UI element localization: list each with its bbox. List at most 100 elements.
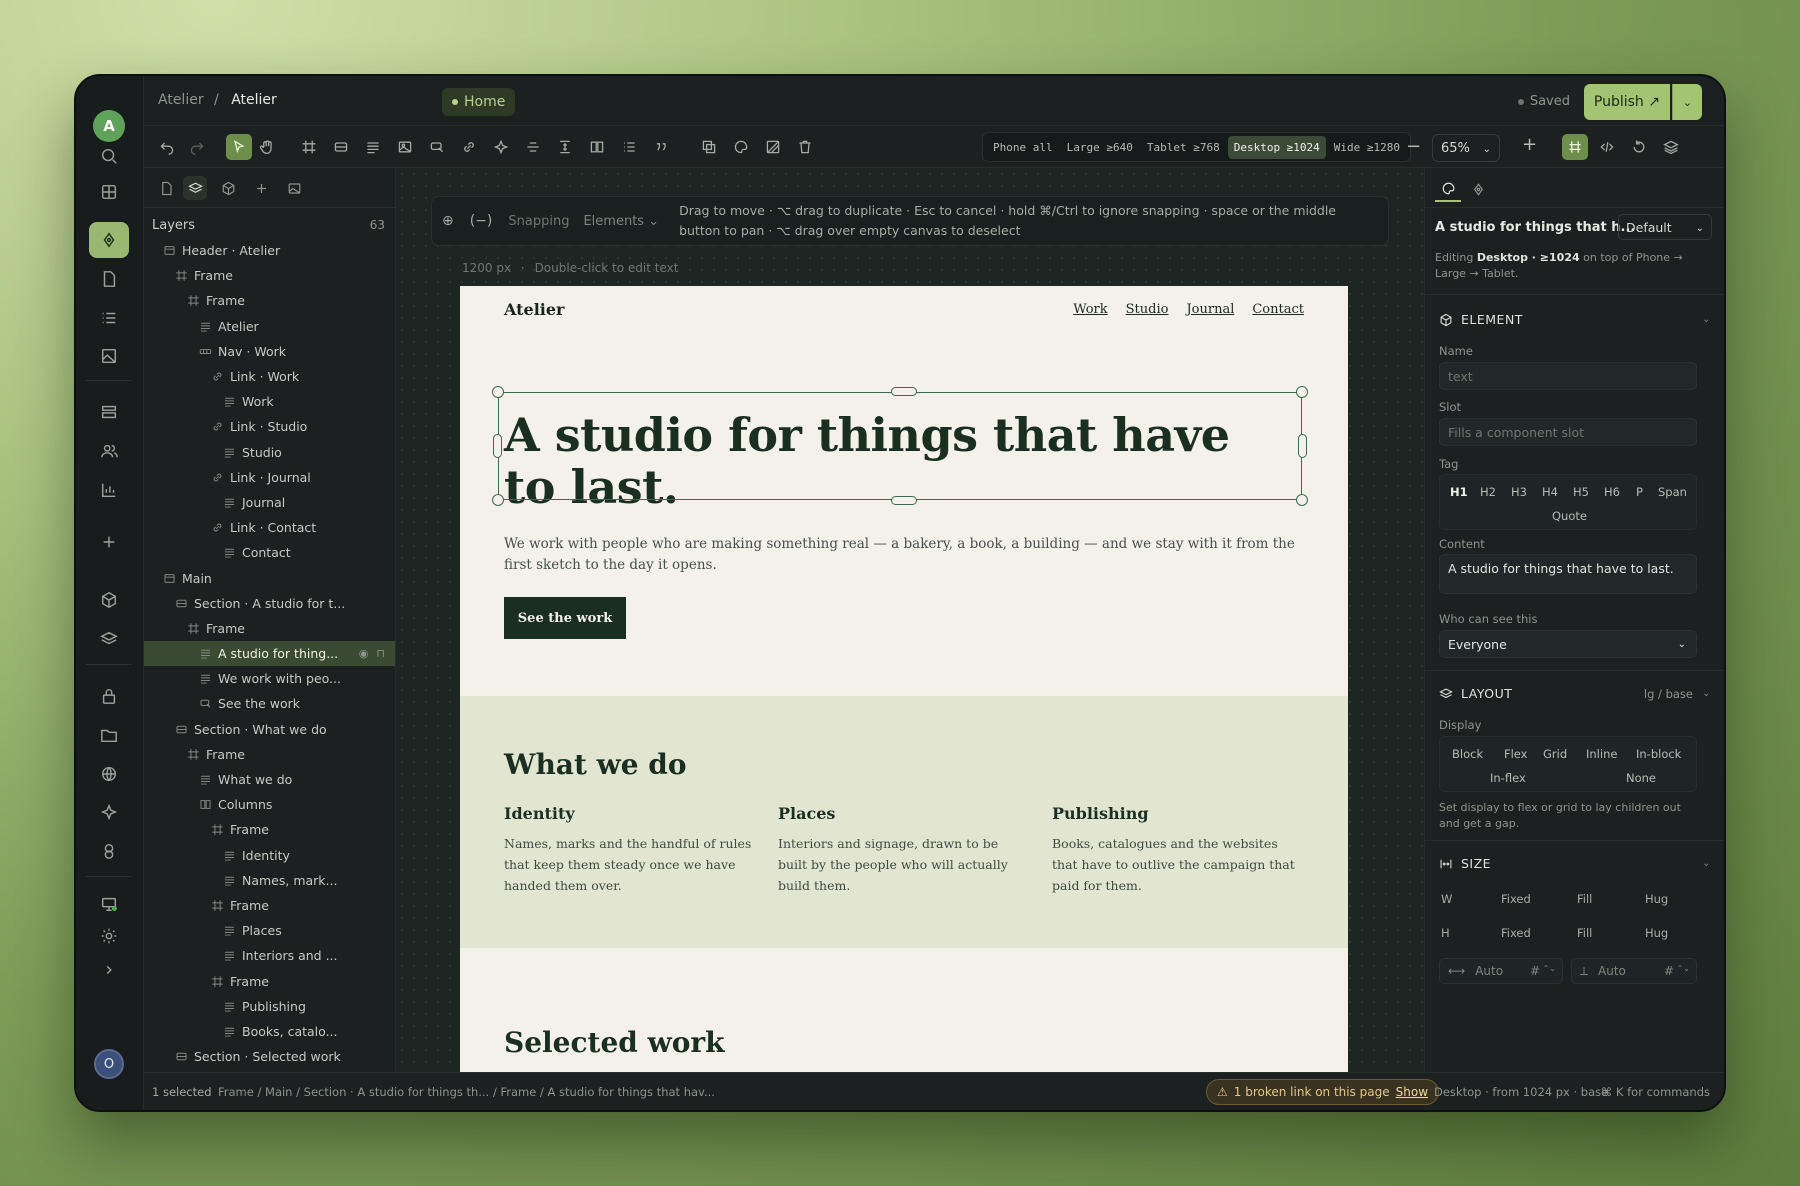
selection-path[interactable]: Frame / Main / Section · A studio for th… — [218, 1085, 715, 1099]
column-title[interactable]: Identity — [504, 804, 754, 823]
width-value-input[interactable]: ⟷ Auto # ⌃⌄ — [1439, 958, 1563, 984]
layer-row[interactable]: Link · Journal — [144, 465, 395, 490]
list-icon[interactable] — [89, 300, 129, 336]
image-tool-icon[interactable] — [392, 134, 418, 160]
fit-width-icon[interactable]: (−) — [470, 213, 493, 229]
layer-row[interactable]: Frame — [144, 817, 395, 842]
elements-dropdown[interactable]: Elements ⌄ — [583, 214, 659, 229]
theme-sun-icon[interactable] — [89, 918, 129, 954]
element-section-header[interactable]: ELEMENT ⌄ — [1439, 312, 1711, 327]
display-block[interactable]: Block — [1452, 747, 1483, 761]
undo-icon[interactable] — [154, 134, 180, 160]
users-icon[interactable] — [89, 433, 129, 469]
delete-trash-icon[interactable] — [792, 134, 818, 160]
zoom-to-fit-icon[interactable]: ⊕ — [442, 213, 454, 229]
zoom-select[interactable]: 65% ⌄ — [1432, 134, 1500, 162]
site-logo[interactable]: Atelier — [504, 300, 564, 319]
breadcrumb-root[interactable]: Atelier — [158, 92, 204, 108]
duplicate-icon[interactable] — [696, 134, 722, 160]
breadcrumb-current[interactable]: Atelier — [231, 92, 277, 108]
layer-row[interactable]: Places — [144, 918, 395, 943]
layers-stack-icon[interactable] — [89, 621, 129, 657]
breakpoint-large[interactable]: Large ≥640 — [1061, 136, 1139, 159]
resize-handle-left[interactable] — [493, 434, 502, 458]
tag-quote[interactable]: Quote — [1552, 509, 1587, 523]
layer-row[interactable]: A studio for thing... ◉ ⊓ — [144, 641, 395, 667]
content-textarea[interactable]: A studio for things that have to last. — [1439, 554, 1697, 594]
canvas[interactable]: ⊕ (−) Snapping Elements ⌄ Drag to move ·… — [396, 168, 1424, 1072]
slot-input[interactable]: Fills a component slot — [1439, 418, 1697, 446]
layer-row[interactable]: Frame — [144, 616, 395, 641]
column-identity[interactable]: Identity Names, marks and the handful of… — [504, 804, 754, 896]
resize-handle-top[interactable] — [891, 387, 917, 396]
collapse-chevron-icon[interactable]: ⌄ — [1702, 688, 1711, 699]
zoom-out-icon[interactable]: − — [1406, 136, 1421, 157]
resize-handle-right[interactable] — [1298, 434, 1307, 458]
layer-row[interactable]: Nav · Work — [144, 339, 395, 364]
section-tool-icon[interactable] — [328, 134, 354, 160]
tag-h6[interactable]: H6 — [1604, 485, 1620, 499]
collapse-chevron-icon[interactable]: ⌄ — [1702, 858, 1711, 869]
layer-row[interactable]: Books, catalo... — [144, 1019, 395, 1044]
analytics-icon[interactable] — [89, 472, 129, 508]
folder-icon[interactable] — [89, 717, 129, 753]
variant-select[interactable]: Default ⌄ — [1618, 214, 1712, 240]
display-none[interactable]: None — [1626, 771, 1656, 785]
height-hug[interactable]: Hug — [1645, 926, 1668, 940]
redo-icon[interactable] — [184, 134, 210, 160]
cms-icon[interactable] — [89, 394, 129, 430]
grid-icon[interactable] — [89, 174, 129, 210]
command-shortcut-hint[interactable]: ⌘ K for commands — [1601, 1085, 1710, 1099]
layer-row[interactable]: Frame — [144, 742, 395, 767]
sparkle-icon[interactable] — [89, 794, 129, 830]
layer-row[interactable]: Link · Studio — [144, 414, 395, 439]
column-title[interactable]: Publishing — [1052, 804, 1302, 823]
publish-menu-chevron-icon[interactable]: ⌄ — [1672, 84, 1702, 120]
localization-icon[interactable] — [89, 833, 129, 869]
layer-row[interactable]: Link · Work — [144, 364, 395, 389]
layer-row[interactable]: Contact — [144, 540, 395, 565]
layer-row[interactable]: We work with peo... — [144, 666, 395, 691]
what-we-do-heading[interactable]: What we do — [504, 748, 687, 781]
publish-button[interactable]: Publish ↗ — [1583, 84, 1670, 120]
display-flex[interactable]: Flex — [1504, 747, 1528, 761]
tag-span[interactable]: Span — [1658, 485, 1687, 499]
layout-scope[interactable]: lg / base — [1644, 687, 1693, 701]
text-tool-icon[interactable] — [360, 134, 386, 160]
button-tool-icon[interactable] — [424, 134, 450, 160]
hand-icon[interactable] — [254, 134, 280, 160]
layer-row[interactable]: Frame — [144, 288, 395, 313]
layout-grid-icon[interactable] — [1562, 134, 1588, 160]
display-inline-flex[interactable]: In-flex — [1490, 771, 1526, 785]
column-publishing[interactable]: Publishing Books, catalogues and the web… — [1052, 804, 1302, 896]
page-selector[interactable]: Home — [442, 88, 516, 116]
see-the-work-button[interactable]: See the work — [504, 597, 626, 639]
column-text[interactable]: Names, marks and the handful of rules th… — [504, 833, 754, 896]
layer-row[interactable]: Publishing — [144, 994, 395, 1019]
layer-row[interactable]: Identity — [144, 843, 395, 868]
show-broken-link-button[interactable]: Show — [1396, 1085, 1428, 1099]
layer-row[interactable]: Frame — [144, 263, 395, 288]
name-input[interactable]: text — [1439, 362, 1697, 390]
visibility-select[interactable]: Everyone ⌄ — [1439, 630, 1697, 658]
layer-row[interactable]: Studio — [144, 440, 395, 465]
tag-h4[interactable]: H4 — [1542, 485, 1558, 499]
layers-tab-icon[interactable] — [183, 176, 207, 200]
hide-element-icon[interactable] — [760, 134, 786, 160]
resize-handle-top-right[interactable] — [1296, 386, 1308, 398]
collapse-chevron-icon[interactable]: ⌄ — [1702, 314, 1711, 325]
stepper-chevron-icon[interactable]: ⌃⌄ — [1677, 964, 1690, 973]
resize-handle-bottom-right[interactable] — [1296, 494, 1308, 506]
column-text[interactable]: Interiors and signage, drawn to be built… — [778, 833, 1028, 896]
globe-icon[interactable] — [89, 756, 129, 792]
breakpoint-tablet[interactable]: Tablet ≥768 — [1141, 136, 1226, 159]
layers-toggle-icon[interactable] — [1658, 134, 1684, 160]
spacer-tool-icon[interactable] — [552, 134, 578, 160]
history-icon[interactable] — [1626, 134, 1652, 160]
broken-link-warning[interactable]: ⚠ 1 broken link on this page Show — [1206, 1079, 1440, 1105]
layer-row[interactable]: Section · A studio for t... — [144, 591, 395, 616]
zoom-in-icon[interactable]: + — [1522, 134, 1537, 155]
layer-row[interactable]: Columns — [144, 792, 395, 817]
height-value-input[interactable]: ⟂ Auto # ⌃⌄ — [1571, 958, 1697, 984]
column-places[interactable]: Places Interiors and signage, drawn to b… — [778, 804, 1028, 896]
